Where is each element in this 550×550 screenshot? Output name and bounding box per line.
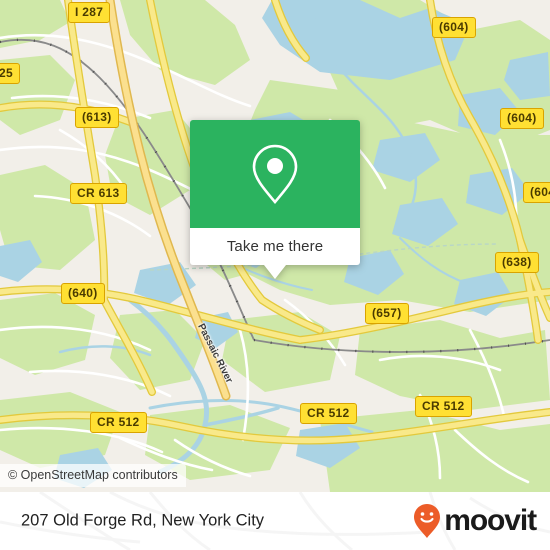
map-canvas[interactable]: I 287 25 (613) CR 613 (640) CR 512 CR 512 CR 51… <box>0 0 550 492</box>
road-shield: CR 512 <box>415 396 472 417</box>
road-shield: (613) <box>75 107 119 128</box>
callout-pointer <box>264 265 286 279</box>
address-text: 207 Old Forge Rd, New York City <box>21 511 265 530</box>
road-shield: 25 <box>0 63 20 84</box>
moovit-map-screenshot: I 287 25 (613) CR 613 (640) CR 512 CR 512 CR 51… <box>0 0 550 550</box>
moovit-wordmark: moovit <box>444 504 537 537</box>
road-shield: (604) <box>523 182 550 203</box>
location-pin-icon <box>252 144 298 205</box>
take-me-there-button[interactable]: Take me there <box>190 228 360 279</box>
road-shield: I 287 <box>68 2 111 23</box>
osm-attribution[interactable]: © OpenStreetMap contributors <box>0 464 186 487</box>
road-shield: CR 512 <box>90 412 147 433</box>
road-shield: CR 512 <box>300 403 357 424</box>
moovit-smiley-pin-icon <box>414 504 441 538</box>
callout-icon-area <box>190 120 360 228</box>
road-shield: (604) <box>500 108 544 129</box>
road-shield: (638) <box>495 252 539 273</box>
road-shield: (657) <box>365 303 409 324</box>
take-me-there-label: Take me there <box>226 238 324 255</box>
moovit-logo[interactable]: moovit <box>412 503 537 539</box>
bottom-info-bar: 207 Old Forge Rd, New York City moovit <box>0 492 550 550</box>
place-callout-card[interactable]: Take me there <box>190 120 360 279</box>
road-shield: (604) <box>432 17 476 38</box>
road-shield: CR 613 <box>70 183 127 204</box>
road-shield: (640) <box>61 283 105 304</box>
